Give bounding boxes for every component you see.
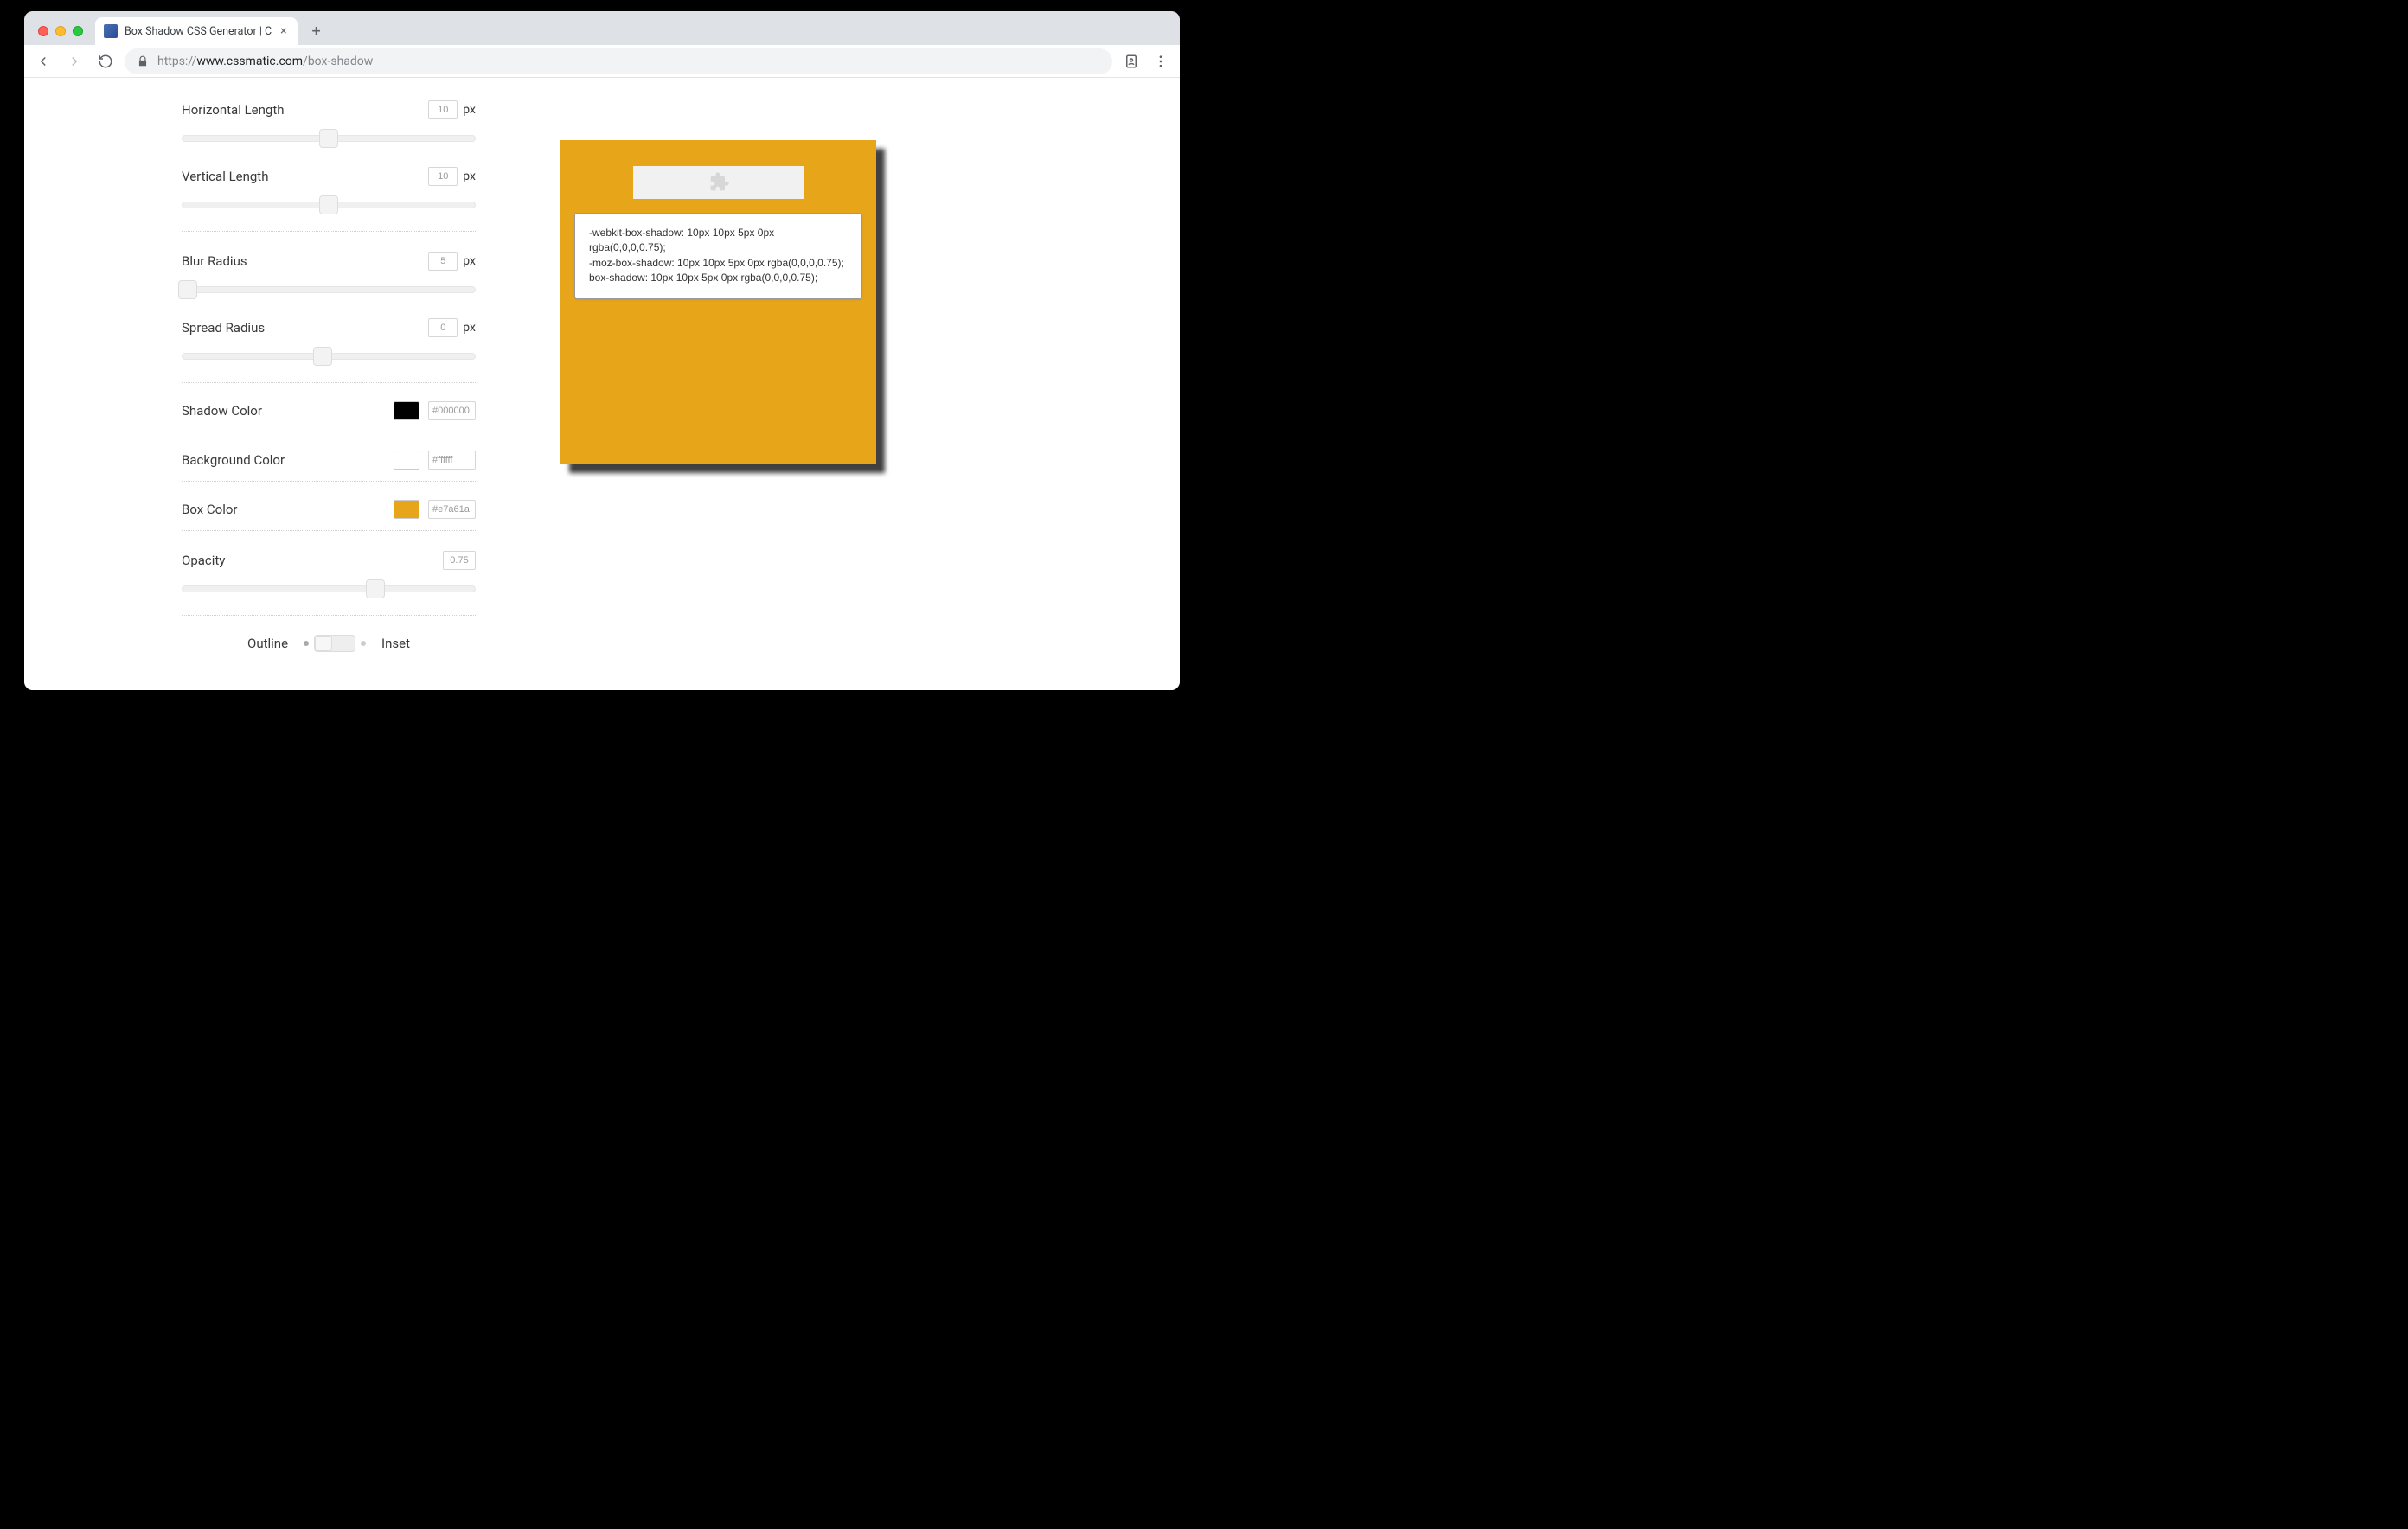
- label-horizontal: Horizontal Length: [182, 102, 285, 118]
- toolbar-right: [1119, 49, 1173, 74]
- page-content: Horizontal Length px Vertical Length: [24, 78, 1180, 690]
- label-shadow-color: Shadow Color: [182, 403, 262, 419]
- puzzle-icon: [707, 170, 731, 195]
- label-spread: Spread Radius: [182, 320, 265, 336]
- slider-track: [182, 585, 476, 592]
- swatch-shadow-color[interactable]: [394, 401, 419, 420]
- profile-icon: [1124, 54, 1139, 69]
- slider-thumb[interactable]: [319, 195, 338, 214]
- preview-box: -webkit-box-shadow: 10px 10px 5px 0px rg…: [560, 140, 876, 464]
- input-blur[interactable]: [428, 252, 458, 271]
- close-tab-icon[interactable]: ×: [279, 23, 288, 39]
- toggle-label-left: Outline: [247, 636, 288, 651]
- css-output[interactable]: -webkit-box-shadow: 10px 10px 5px 0px rg…: [574, 213, 862, 299]
- css-line: -webkit-box-shadow: 10px 10px 5px 0px rg…: [589, 226, 848, 256]
- url-path: /box-shadow: [303, 54, 373, 68]
- profile-button[interactable]: [1119, 49, 1143, 74]
- divider: [182, 382, 476, 383]
- unit-vertical: px: [463, 170, 476, 183]
- input-bg-color[interactable]: [428, 451, 476, 470]
- url-protocol: https://: [157, 54, 196, 68]
- slider-spread[interactable]: [182, 346, 476, 367]
- input-box-color[interactable]: [428, 500, 476, 519]
- swatch-bg-color[interactable]: [394, 451, 419, 470]
- preview-panel: -webkit-box-shadow: 10px 10px 5px 0px rg…: [560, 140, 924, 464]
- control-spread: Spread Radius px: [182, 310, 476, 377]
- input-spread[interactable]: [428, 318, 458, 337]
- menu-button[interactable]: [1149, 49, 1173, 74]
- toggle-switch[interactable]: [304, 635, 366, 652]
- url-text: https://www.cssmatic.com/box-shadow: [157, 54, 373, 68]
- close-window-icon[interactable]: [38, 26, 48, 36]
- maximize-window-icon[interactable]: [73, 26, 83, 36]
- slider-thumb[interactable]: [366, 579, 385, 598]
- input-shadow-color[interactable]: [428, 401, 476, 420]
- lock-icon: [137, 55, 149, 67]
- label-bg-color: Background Color: [182, 452, 285, 468]
- switch-thumb[interactable]: [315, 636, 332, 651]
- label-box-color: Box Color: [182, 502, 238, 517]
- input-horizontal[interactable]: [428, 100, 458, 119]
- css-line: -moz-box-shadow: 10px 10px 5px 0px rgba(…: [589, 256, 848, 271]
- control-vertical: Vertical Length px: [182, 159, 476, 226]
- css-line: box-shadow: 10px 10px 5px 0px rgba(0,0,0…: [589, 271, 848, 285]
- toggle-label-right: Inset: [381, 636, 410, 651]
- slider-thumb[interactable]: [178, 280, 197, 299]
- tab-title: Box Shadow CSS Generator | C: [125, 25, 272, 38]
- unit-horizontal: px: [463, 103, 476, 117]
- ad-placeholder: [633, 166, 804, 199]
- slider-opacity[interactable]: [182, 579, 476, 599]
- slider-blur[interactable]: [182, 279, 476, 300]
- indicator-right-icon: [361, 641, 366, 646]
- reload-icon: [98, 54, 113, 69]
- control-shadow-color: Shadow Color: [182, 395, 476, 426]
- back-button[interactable]: [31, 49, 55, 74]
- window-controls: [35, 26, 90, 45]
- control-horizontal: Horizontal Length px: [182, 93, 476, 159]
- label-blur: Blur Radius: [182, 253, 247, 269]
- control-opacity: Opacity: [182, 543, 476, 610]
- unit-spread: px: [463, 321, 476, 335]
- address-bar: https://www.cssmatic.com/box-shadow: [24, 45, 1180, 78]
- slider-horizontal[interactable]: [182, 128, 476, 149]
- new-tab-button[interactable]: +: [304, 19, 329, 43]
- control-blur: Blur Radius px: [182, 244, 476, 310]
- divider: [182, 530, 476, 531]
- control-inset-toggle: Outline Inset: [182, 628, 476, 656]
- slider-thumb[interactable]: [319, 129, 338, 148]
- input-vertical[interactable]: [428, 167, 458, 186]
- control-bg-color: Background Color: [182, 445, 476, 476]
- arrow-left-icon: [35, 54, 51, 69]
- slider-track: [182, 286, 476, 293]
- divider: [182, 231, 476, 232]
- control-box-color: Box Color: [182, 494, 476, 525]
- forward-button[interactable]: [62, 49, 86, 74]
- controls-panel: Horizontal Length px Vertical Length: [182, 93, 476, 656]
- reload-button[interactable]: [93, 49, 118, 74]
- divider: [182, 481, 476, 482]
- browser-tab[interactable]: Box Shadow CSS Generator | C ×: [95, 17, 298, 45]
- label-vertical: Vertical Length: [182, 169, 268, 184]
- swatch-box-color[interactable]: [394, 500, 419, 519]
- slider-thumb[interactable]: [313, 347, 332, 366]
- divider: [182, 615, 476, 616]
- kebab-icon: [1153, 54, 1169, 69]
- minimize-window-icon[interactable]: [55, 26, 66, 36]
- slider-vertical[interactable]: [182, 195, 476, 215]
- browser-window: Box Shadow CSS Generator | C × + https:/…: [24, 11, 1180, 690]
- arrow-right-icon: [67, 54, 82, 69]
- url-field[interactable]: https://www.cssmatic.com/box-shadow: [125, 48, 1112, 74]
- indicator-left-icon: [304, 641, 309, 646]
- input-opacity[interactable]: [443, 551, 476, 570]
- unit-blur: px: [463, 254, 476, 268]
- tab-bar: Box Shadow CSS Generator | C × +: [24, 11, 1180, 45]
- url-host: www.cssmatic.com: [196, 54, 303, 68]
- label-opacity: Opacity: [182, 553, 225, 568]
- favicon-icon: [104, 24, 118, 38]
